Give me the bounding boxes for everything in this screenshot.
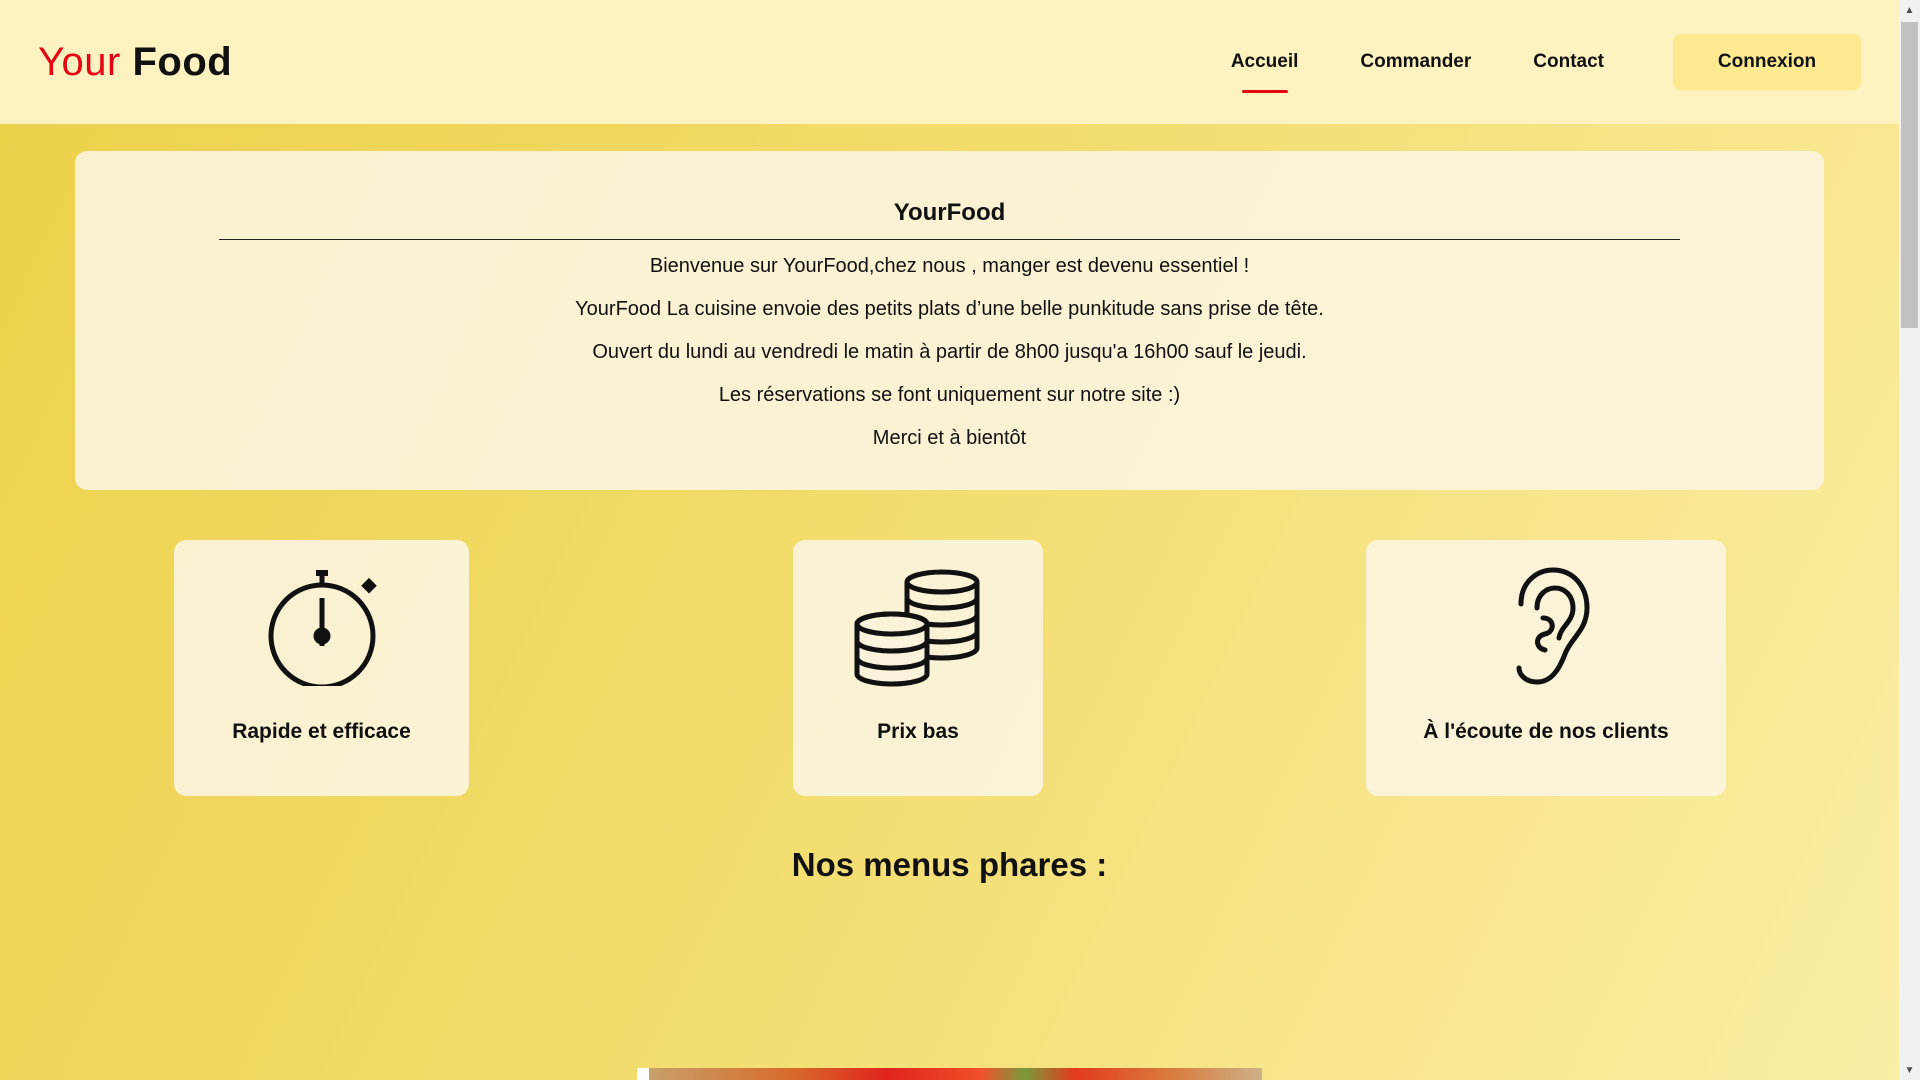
coins-icon (853, 566, 983, 701)
intro-line: Ouvert du lundi au vendredi le matin à p… (592, 341, 1307, 363)
nav-commander[interactable]: Commander (1360, 45, 1471, 79)
logo-your: Your (38, 39, 121, 84)
intro-title: YourFood (893, 199, 1006, 226)
intro-card: YourFood Bienvenue sur YourFood,chez nou… (75, 151, 1824, 490)
menu-image[interactable] (637, 1068, 1262, 1080)
logo[interactable]: Your Food (38, 40, 232, 85)
vertical-scrollbar[interactable]: ▲ ▼ (1899, 0, 1920, 1080)
feature-label: À l'écoute de nos clients (1423, 720, 1669, 743)
nav-accueil[interactable]: Accueil (1231, 45, 1299, 79)
stopwatch-icon (262, 566, 382, 691)
logo-food: Food (132, 39, 233, 84)
intro-line: Les réservations se font uniquement sur … (718, 384, 1181, 406)
scroll-up-arrow-icon[interactable]: ▲ (1899, 0, 1920, 20)
feature-card-listening: À l'écoute de nos clients (1366, 540, 1726, 796)
connexion-button[interactable]: Connexion (1673, 34, 1861, 90)
intro-divider (219, 239, 1680, 240)
ear-icon (1501, 566, 1591, 691)
feature-label: Prix bas (877, 720, 959, 743)
feature-card-speed: Rapide et efficace (174, 540, 469, 796)
page: Your Food Accueil Commander Contact Conn… (0, 0, 1899, 1080)
intro-line: Bienvenue sur YourFood,chez nous , mange… (649, 255, 1250, 277)
feature-card-price: Prix bas (793, 540, 1043, 796)
nav-contact[interactable]: Contact (1533, 45, 1604, 79)
intro-line: Merci et à bientôt (872, 427, 1027, 449)
main-nav: Accueil Commander Contact Connexion (1200, 34, 1861, 90)
intro-line: YourFood La cuisine envoie des petits pl… (575, 298, 1324, 320)
menus-section-title: Nos menus phares : (791, 846, 1108, 883)
feature-label: Rapide et efficace (232, 720, 411, 743)
site-header: Your Food Accueil Commander Contact Conn… (0, 0, 1899, 124)
scroll-down-arrow-icon[interactable]: ▼ (1899, 1060, 1920, 1080)
features-row: Rapide et efficace Prix bas À l'écoute d… (0, 540, 1899, 796)
scroll-thumb[interactable] (1901, 22, 1918, 328)
